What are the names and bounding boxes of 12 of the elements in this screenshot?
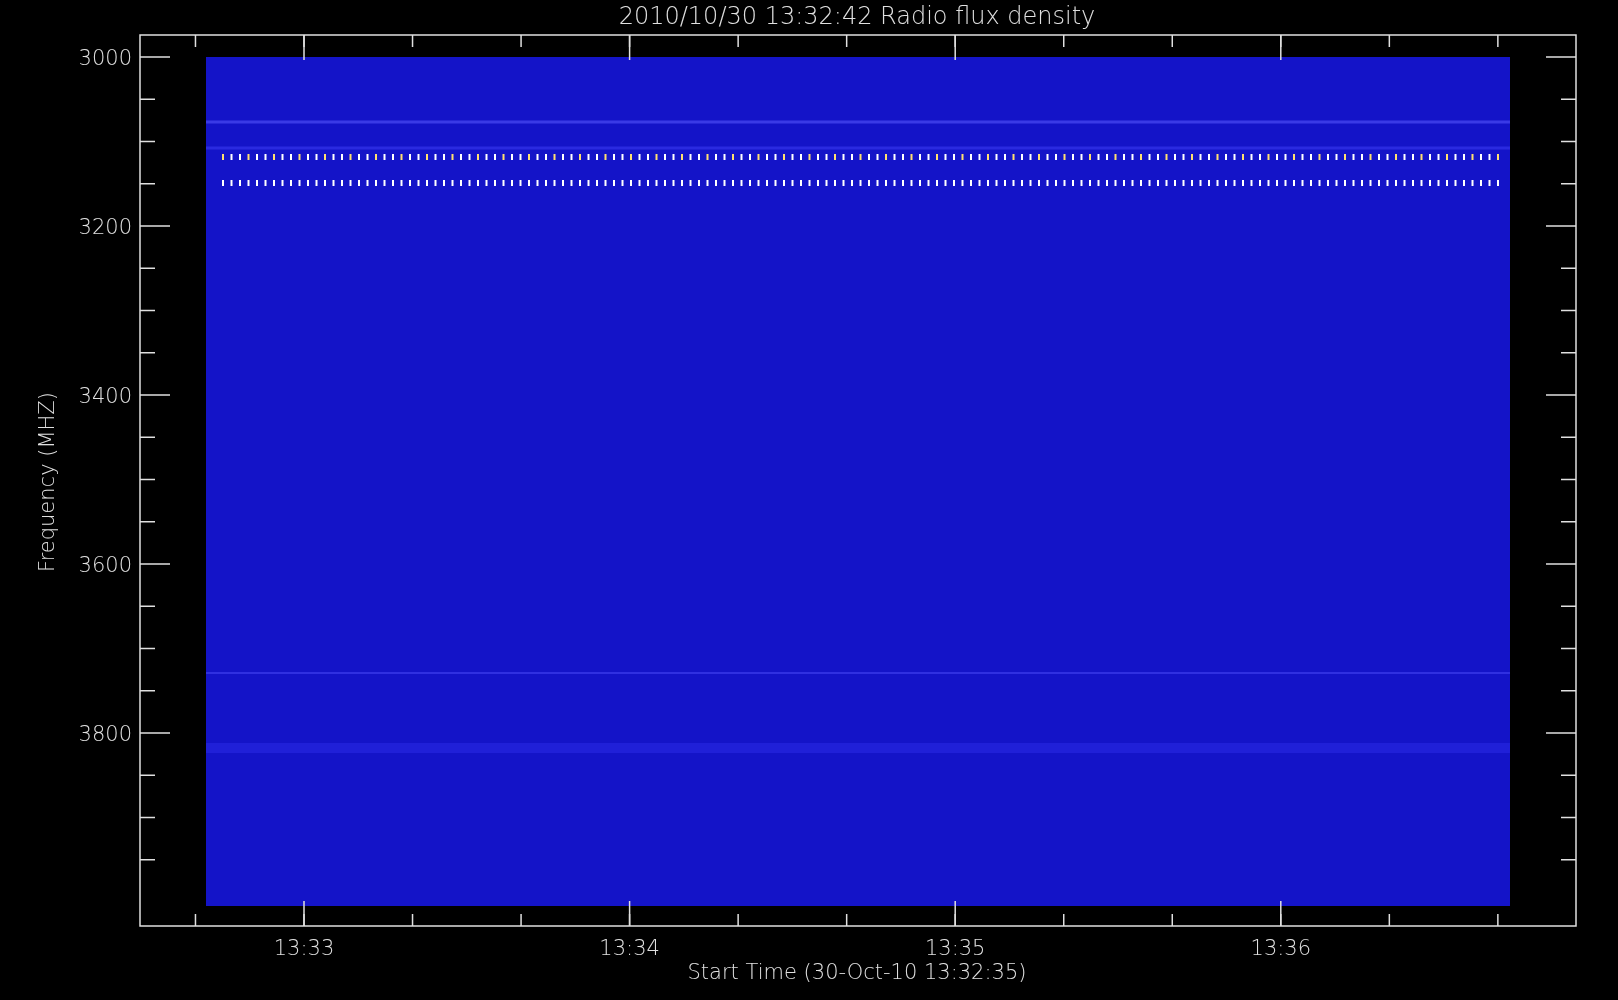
y-tick-label: 3200 xyxy=(78,215,132,239)
x-tick-label: 13:36 xyxy=(1250,936,1312,960)
y-axis-label: Frequency (MHZ) xyxy=(35,392,59,572)
x-tick-label: 13:35 xyxy=(924,936,986,960)
y-tick-label: 3600 xyxy=(78,553,132,577)
y-tick-label: 3400 xyxy=(78,384,132,408)
y-tick-label: 3000 xyxy=(78,46,132,70)
x-tick-label: 13:34 xyxy=(599,936,660,960)
chart-title: 2010/10/30 13:32:42 Radio flux density xyxy=(618,2,1096,30)
y-tick-label: 3800 xyxy=(78,722,132,746)
x-tick-label: 13:33 xyxy=(273,936,335,960)
x-axis-label: Start Time (30-Oct-10 13:32:35) xyxy=(687,960,1027,984)
